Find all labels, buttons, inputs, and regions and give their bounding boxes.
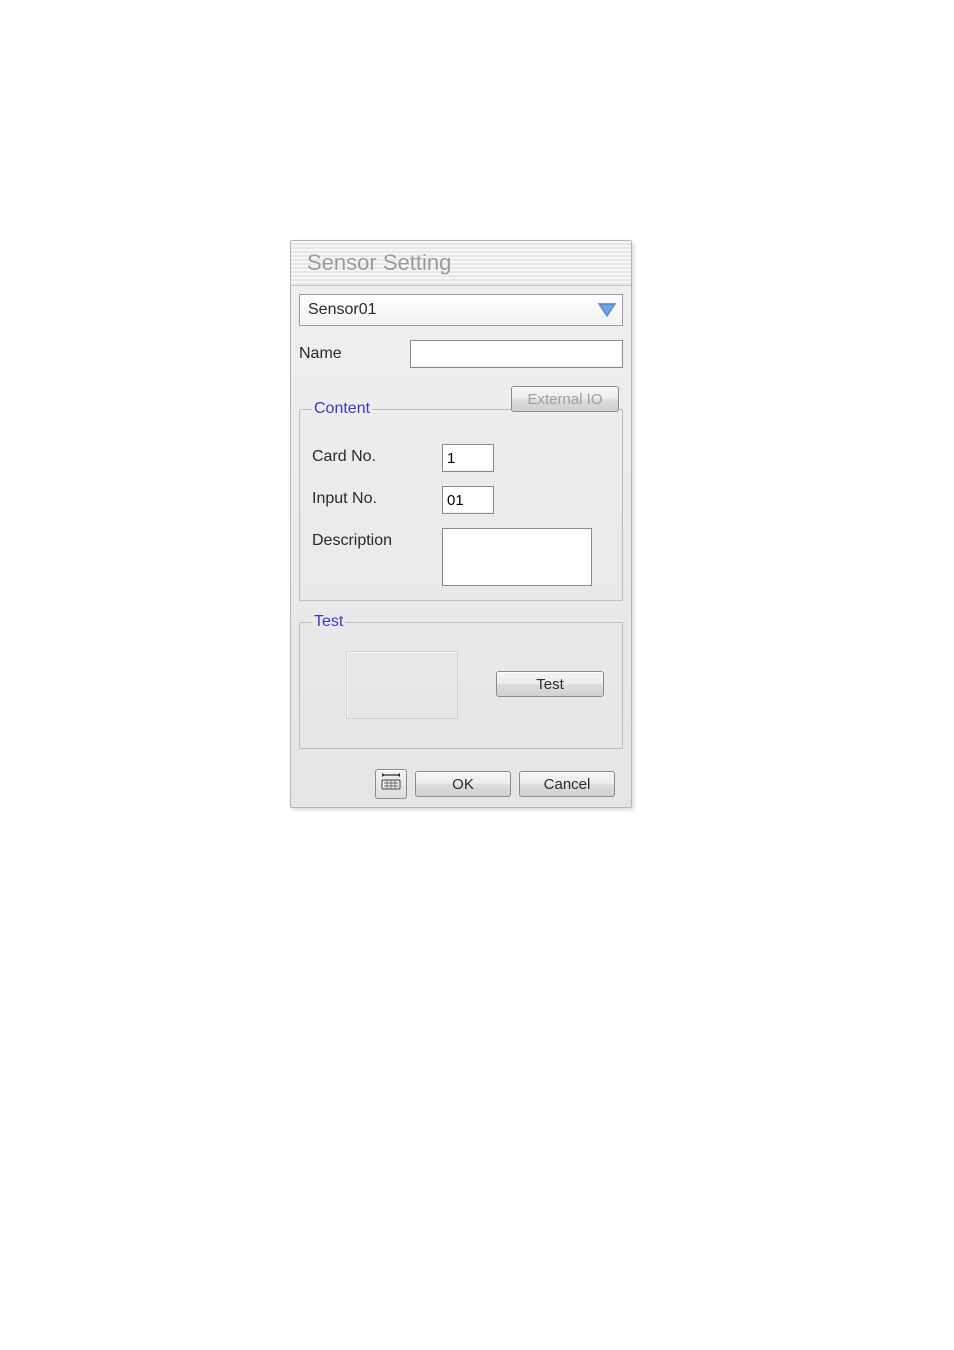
card-no-label: Card No. (312, 444, 442, 466)
dropdown-arrow-icon (596, 299, 618, 321)
sensor-setting-dialog: Sensor Setting Sensor01 Name External IO… (290, 240, 632, 808)
dialog-title: Sensor Setting (307, 250, 451, 276)
content-group: Content Card No. Input No. Description (299, 400, 623, 601)
input-no-input[interactable] (442, 486, 494, 514)
titlebar: Sensor Setting (291, 241, 631, 286)
input-no-label: Input No. (312, 486, 442, 508)
name-row: Name (299, 340, 623, 368)
test-group: Test Test (299, 613, 623, 749)
test-button[interactable]: Test (496, 671, 604, 697)
description-row: Description (312, 528, 610, 586)
test-legend: Test (312, 613, 345, 631)
external-io-button[interactable]: External IO (511, 386, 619, 412)
description-input[interactable] (442, 528, 592, 586)
sensor-dropdown-selected: Sensor01 (308, 301, 377, 319)
dialog-footer: OK Cancel (299, 749, 623, 807)
input-no-row: Input No. (312, 486, 610, 514)
card-no-input[interactable] (442, 444, 494, 472)
ok-button[interactable]: OK (415, 771, 511, 797)
external-io-row: External IO (299, 386, 623, 412)
dialog-body: Sensor01 Name External IO Content Card N… (291, 286, 631, 807)
cancel-button[interactable]: Cancel (519, 771, 615, 797)
name-label: Name (299, 345, 410, 363)
description-label: Description (312, 528, 442, 550)
test-preview-box (346, 651, 458, 719)
keyboard-icon (380, 773, 402, 796)
sensor-dropdown[interactable]: Sensor01 (299, 294, 623, 326)
card-no-row: Card No. (312, 444, 610, 472)
name-input[interactable] (410, 340, 623, 368)
onscreen-keyboard-button[interactable] (375, 769, 407, 799)
